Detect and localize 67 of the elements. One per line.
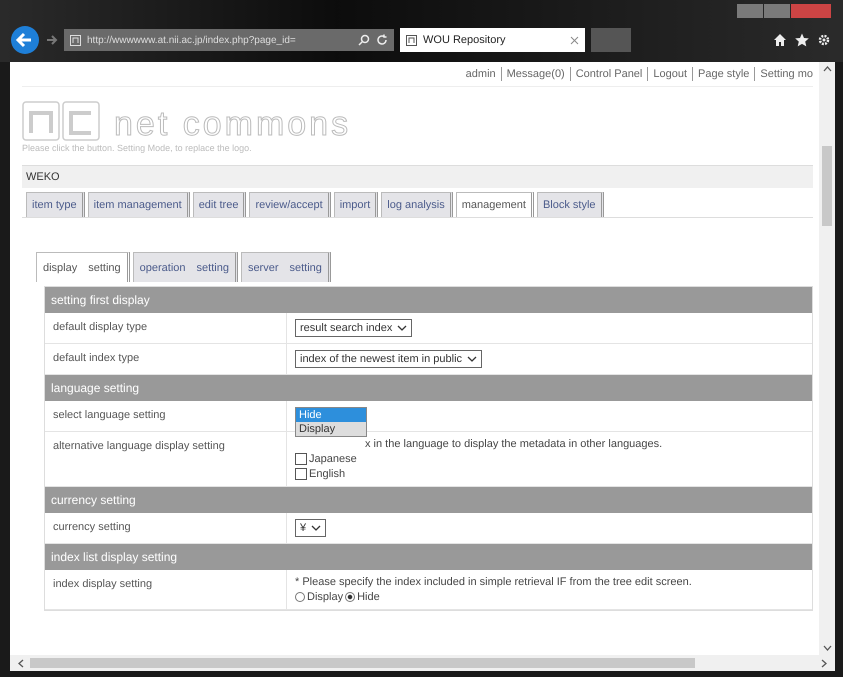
header-link[interactable]: Page style xyxy=(698,68,750,80)
radio-button[interactable] xyxy=(345,592,356,602)
module-title: WEKO xyxy=(22,165,813,188)
section-header: setting first display xyxy=(45,287,812,313)
vertical-scrollbar[interactable] xyxy=(819,62,835,655)
section-header: language setting xyxy=(45,375,812,401)
radio-label: Display xyxy=(307,591,344,603)
caret-icon xyxy=(397,325,408,331)
tab[interactable]: display setting xyxy=(36,252,130,282)
dropdown-list[interactable]: Hide Display xyxy=(295,407,367,437)
section-header: currency setting xyxy=(45,487,812,513)
address-bar[interactable]: http://wwwwww.at.nii.ac.jp/index.php?page_id= xyxy=(64,29,394,51)
horizontal-scrollbar[interactable] xyxy=(10,655,835,671)
home-icon[interactable] xyxy=(773,33,787,47)
setting-label: alternative language display setting xyxy=(45,432,287,486)
logo-hint: Please click the button. Setting Mode, to replace the logo. xyxy=(22,143,253,153)
setting-label: default display type xyxy=(45,313,287,343)
tab[interactable]: operation setting xyxy=(132,252,238,282)
scrollbar-thumb[interactable] xyxy=(822,146,832,226)
header-link[interactable]: Control Panel xyxy=(576,68,642,80)
close-icon[interactable] xyxy=(570,36,579,44)
dropdown-option[interactable]: Display xyxy=(296,422,366,436)
radio-label: Hide xyxy=(357,591,380,603)
page-icon xyxy=(70,34,81,46)
header-link[interactable]: Message(0) xyxy=(506,68,565,80)
setting-label: index display setting xyxy=(45,570,287,609)
checkbox[interactable] xyxy=(295,453,307,465)
tab[interactable]: item management xyxy=(88,192,190,217)
tab[interactable]: management xyxy=(456,192,534,217)
logo-text: net commons xyxy=(114,107,352,141)
search-icon[interactable] xyxy=(358,34,370,46)
forward-arrow-icon[interactable] xyxy=(46,34,58,46)
tab[interactable]: Block style xyxy=(536,192,604,217)
tab[interactable]: item type xyxy=(26,192,85,217)
checkbox-label: Japanese xyxy=(309,453,357,465)
tab[interactable]: server setting xyxy=(240,252,331,282)
header-link[interactable]: Logout xyxy=(653,68,688,80)
back-button[interactable] xyxy=(10,25,40,55)
dropdown[interactable]: index of the newest item in public xyxy=(295,350,482,368)
dropdown-option[interactable]: Hide xyxy=(296,408,366,422)
address-text: http://wwwwww.at.nii.ac.jp/index.php?page_id= xyxy=(87,34,297,46)
radio-button[interactable] xyxy=(295,592,305,602)
section-header: index list display setting xyxy=(45,544,812,570)
page-icon xyxy=(406,34,417,46)
setting-label: default index type xyxy=(45,344,287,374)
tab[interactable]: review/accept xyxy=(249,192,331,217)
dropdown[interactable]: ¥ xyxy=(295,519,326,537)
tab[interactable]: edit tree xyxy=(192,192,246,217)
star-icon[interactable] xyxy=(795,33,809,47)
dropdown[interactable]: result search index xyxy=(295,319,412,337)
caret-icon xyxy=(467,356,478,362)
tab[interactable]: log analysis xyxy=(381,192,453,217)
browser-tab[interactable]: WOU Repository xyxy=(400,28,585,52)
refresh-icon[interactable] xyxy=(376,34,388,46)
tab[interactable]: import xyxy=(334,192,378,217)
header-link[interactable]: admin xyxy=(466,68,496,80)
setting-label: select language setting xyxy=(45,401,287,431)
checkbox[interactable] xyxy=(295,468,307,480)
setting-note: x in the language to display the metadata in other languages. xyxy=(364,438,662,450)
setting-label: currency setting xyxy=(45,513,287,543)
caret-icon xyxy=(311,525,322,531)
setting-note: * Please specify the index included in simple retrieval IF from the tree edit screen. xyxy=(295,576,692,588)
settings-icon[interactable] xyxy=(817,33,831,47)
scrollbar-thumb[interactable] xyxy=(30,658,695,668)
header-link[interactable]: Setting mo xyxy=(760,68,813,80)
checkbox-label: English xyxy=(309,468,346,480)
tab-title: WOU Repository xyxy=(423,34,507,46)
